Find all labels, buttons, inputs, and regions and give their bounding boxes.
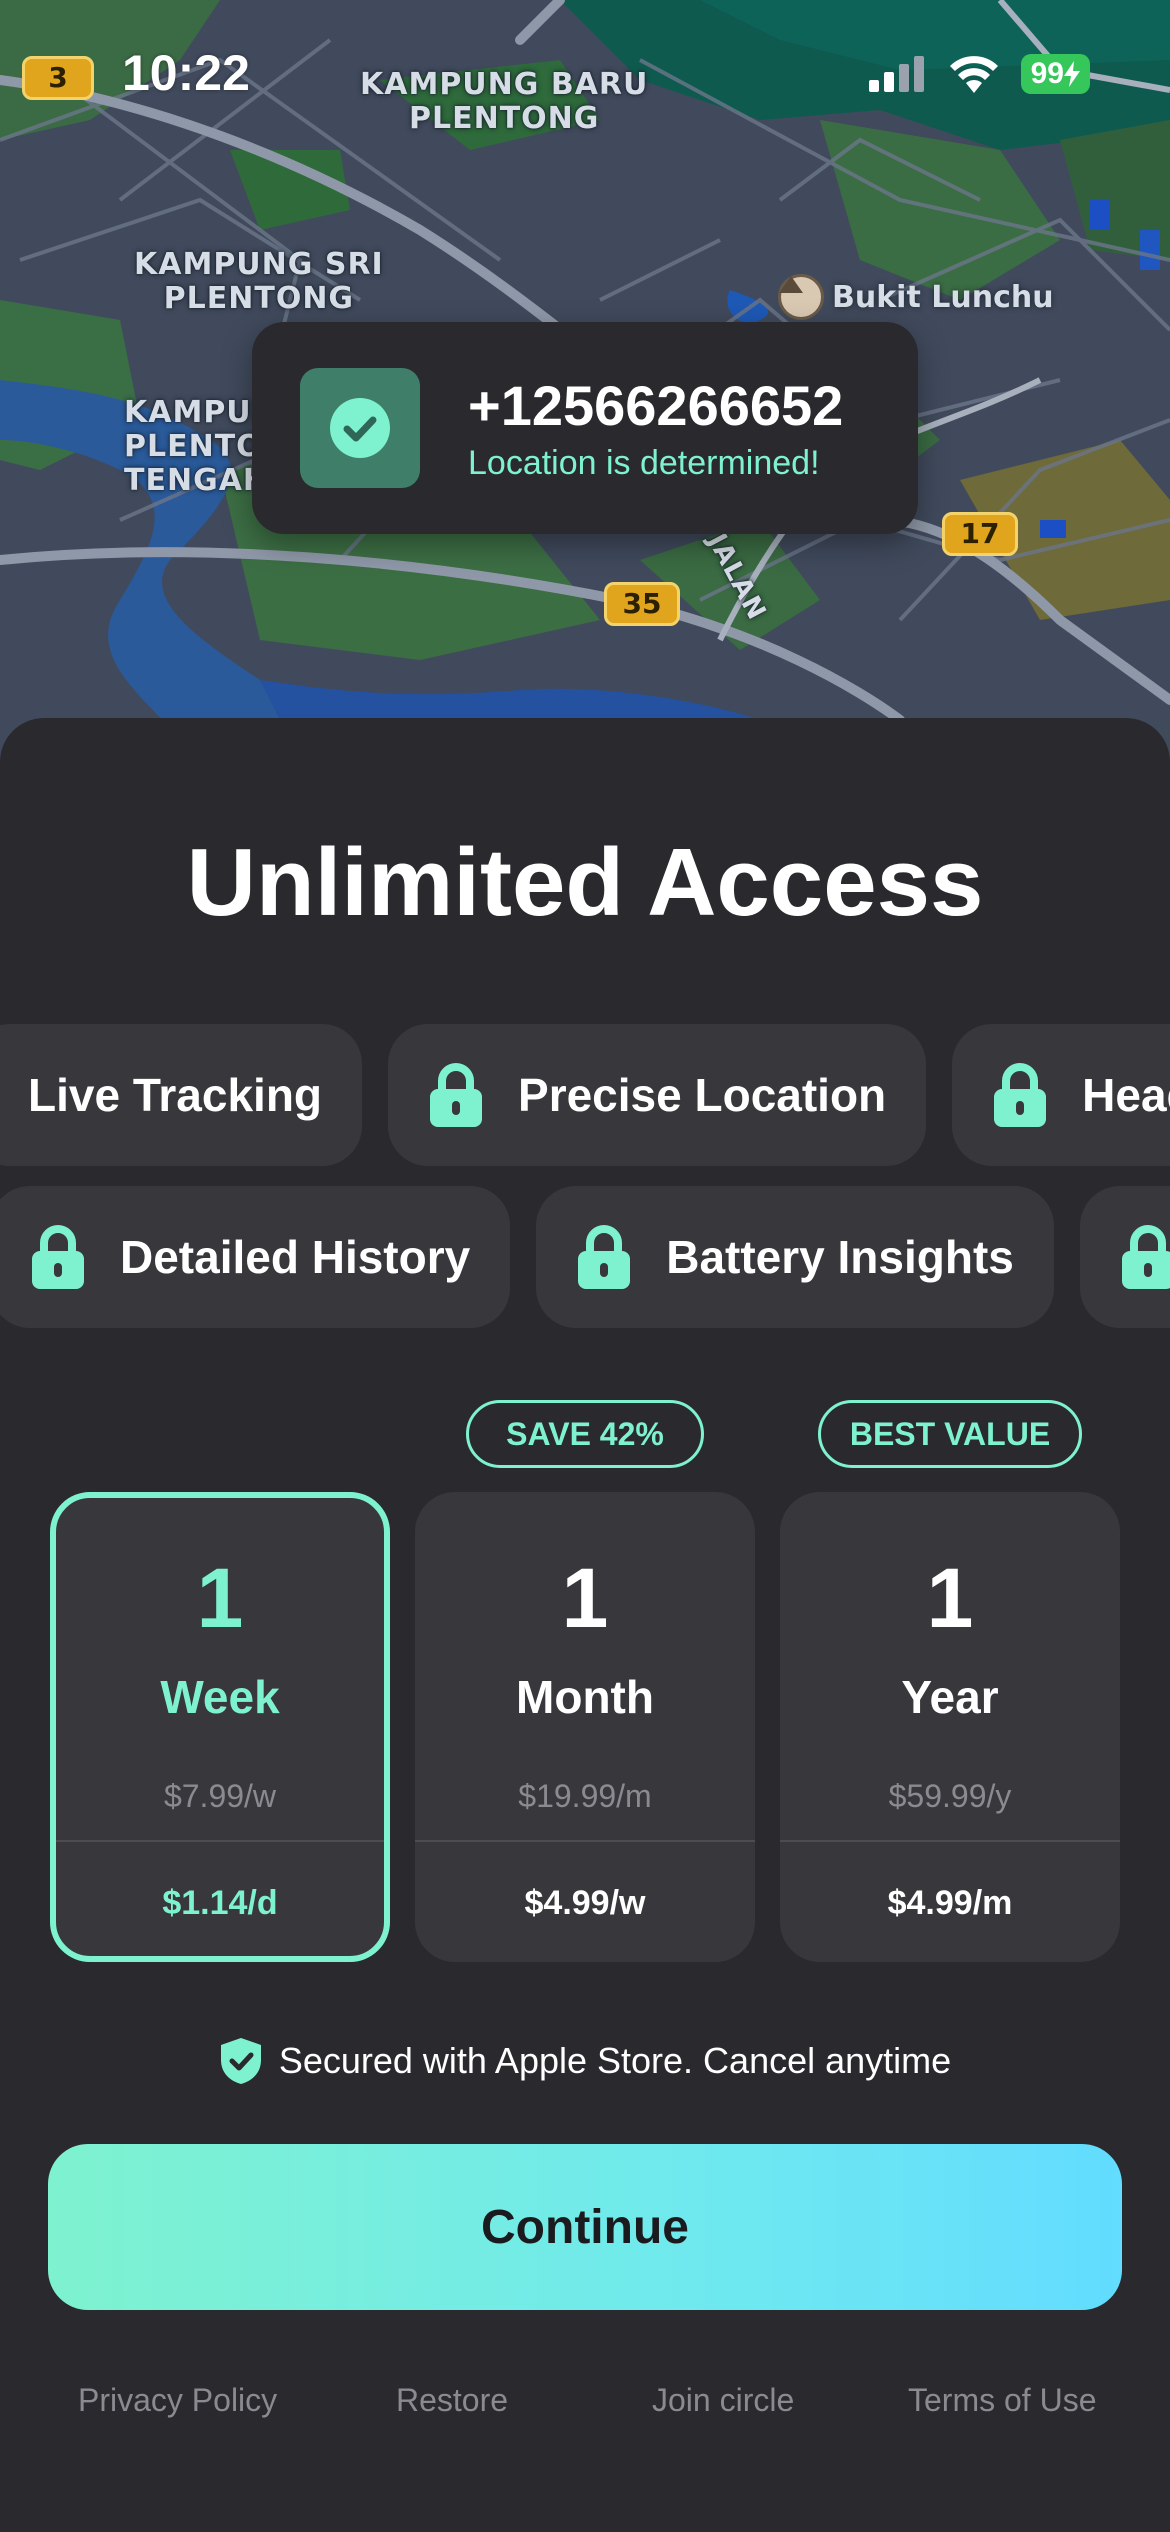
feature-chip-label: Battery Insights [666,1231,1014,1283]
map-label-kampung-sri: KAMPUNG SRI PLENTONG [134,247,384,316]
battery-level: 99 [1030,57,1064,90]
plan-per-unit-price: $4.99/w [524,1884,646,1922]
lock-icon [994,1063,1047,1127]
plan-duration-unit: Week [160,1671,280,1723]
plan-divider [415,1840,755,1842]
plan-per-unit-price: $4.99/m [887,1884,1013,1922]
plan-card-week[interactable]: 1 Week $7.99/w $1.14/d [50,1492,390,1962]
battery-indicator: 99 [1020,54,1090,94]
plan-price: $19.99/m [518,1778,652,1814]
road-shield-17: 17 [942,512,1018,556]
lock-icon [1121,1225,1170,1289]
plan-duration-number: 1 [196,1551,244,1645]
secured-note: Secured with Apple Store. Cancel anytime [0,2036,1170,2086]
paywall-sheet: Unlimited Access Live Tracking Precise L… [0,718,1170,2532]
plan-divider [56,1840,384,1842]
toast-text: +12566266652 Location is determined! [468,374,843,483]
mountain-icon [778,274,824,320]
join-circle-link[interactable]: Join circle [652,2382,794,2419]
secured-text: Secured with Apple Store. Cancel anytime [278,2040,952,2081]
lock-icon [578,1225,631,1289]
plan-duration-number: 1 [926,1551,974,1645]
plan-divider [780,1840,1120,1842]
feature-chip-label: Detailed History [120,1231,471,1283]
lock-icon [32,1225,84,1289]
status-bar: 10:22 99 [0,0,1170,150]
footer-links: Privacy Policy Restore Join circle Terms… [0,2382,1170,2432]
feature-chips-row-1[interactable]: Live Tracking Precise Location Head [0,1024,1170,1166]
cellular-signal-icon [868,56,924,92]
shield-check-icon [220,2038,261,2084]
feature-chip-label: Head [1082,1069,1170,1121]
feature-chip-precise-location: Precise Location [388,1024,927,1166]
location-toast: +12566266652 Location is determined! [252,322,918,534]
wifi-icon [949,56,998,93]
plan-duration-unit: Year [901,1671,999,1723]
save-badge: SAVE 42% [466,1400,704,1468]
plan-price: $59.99/y [888,1778,1012,1814]
continue-button[interactable]: Continue [48,2144,1122,2310]
page-title: Unlimited Access [186,829,984,936]
plan-card-year[interactable]: 1 Year $59.99/y $4.99/m [780,1492,1120,1962]
feature-chip-live-tracking: Live Tracking [0,1024,363,1166]
plan-per-unit-price: $1.14/d [162,1884,278,1922]
plan-duration-unit: Month [516,1671,654,1723]
feature-chip-more [1079,1186,1170,1328]
feature-chips-row-2[interactable]: Detailed History Battery Insights [0,1186,1170,1328]
restore-link[interactable]: Restore [396,2382,508,2419]
lock-icon [430,1063,483,1127]
toast-message: Location is determined! [468,443,820,482]
terms-of-use-link[interactable]: Terms of Use [908,2382,1096,2419]
status-icons: 99 [868,54,1090,94]
feature-chip-battery-insights: Battery Insights [536,1186,1054,1328]
toast-phone-number: +12566266652 [468,373,844,437]
feature-chip-head: Head [952,1024,1170,1166]
feature-chip-detailed-history: Detailed History [0,1186,511,1328]
plan-price: $7.99/w [163,1778,277,1814]
charging-bolt-icon [1064,61,1080,87]
road-shield-35: 35 [604,582,680,626]
plan-card-month[interactable]: 1 Month $19.99/m $4.99/w [415,1492,755,1962]
status-time: 10:22 [122,45,250,101]
poi-bukit-lunchu[interactable]: Bukit Lunchu [778,274,1054,320]
best-value-badge: BEST VALUE [818,1400,1082,1468]
poi-label: Bukit Lunchu [832,279,1054,315]
privacy-policy-link[interactable]: Privacy Policy [78,2382,277,2419]
feature-chip-label: Precise Location [518,1069,887,1121]
plan-duration-number: 1 [561,1551,609,1645]
feature-chip-label: Live Tracking [28,1069,323,1121]
check-icon [300,368,420,488]
